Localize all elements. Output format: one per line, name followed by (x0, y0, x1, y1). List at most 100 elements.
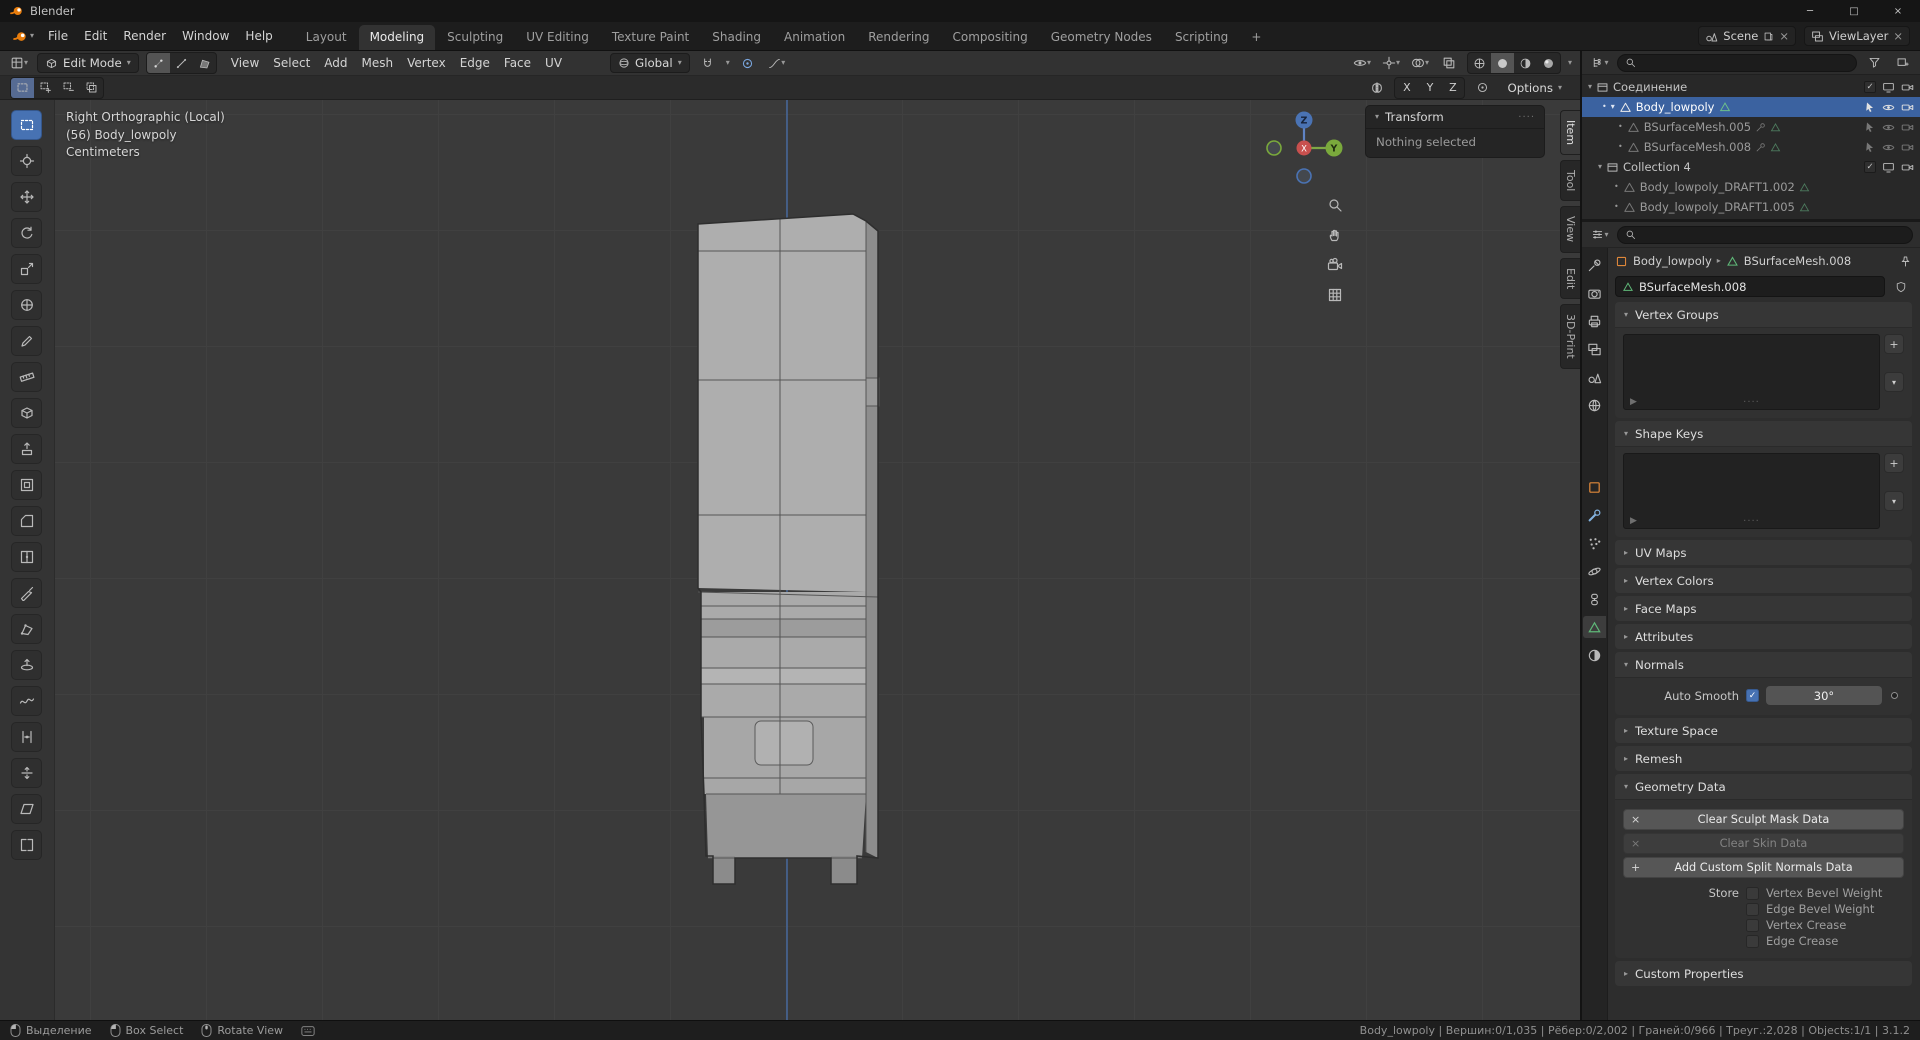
workspace-tab-shading[interactable]: Shading (701, 25, 772, 50)
loop-cut-tool-button[interactable] (11, 542, 42, 572)
eye-icon[interactable] (1882, 141, 1895, 154)
panel-header[interactable]: ▸Face Maps (1615, 596, 1912, 621)
workspace-tab-geometry-nodes[interactable]: Geometry Nodes (1040, 25, 1163, 50)
outliner-search-input[interactable] (1640, 56, 1849, 70)
menu-add[interactable]: Add (317, 53, 354, 73)
face-select-button[interactable] (193, 53, 216, 73)
tab-world[interactable] (1583, 394, 1606, 416)
properties-search[interactable] (1617, 226, 1913, 244)
menu-face[interactable]: Face (497, 53, 538, 73)
render-visibility-icon[interactable] (1901, 121, 1914, 134)
eye-icon[interactable] (1882, 121, 1895, 134)
render-visibility-icon[interactable] (1901, 101, 1914, 114)
tab-object[interactable] (1583, 476, 1606, 498)
rendered-shading-button[interactable] (1537, 53, 1560, 73)
mirror-z-toggle[interactable]: Z (1441, 78, 1464, 98)
tab-particles[interactable] (1583, 532, 1606, 554)
auto-smooth-angle-field[interactable]: 30° (1766, 686, 1882, 705)
material-shading-button[interactable] (1514, 53, 1537, 73)
solid-shading-button[interactable] (1491, 53, 1514, 73)
clear-sculpt-mask-button[interactable]: ×Clear Sculpt Mask Data (1623, 809, 1904, 830)
panel-header[interactable]: ▸Remesh (1615, 746, 1912, 771)
minimize-button[interactable]: ─ (1788, 0, 1832, 22)
outliner-row-collection-4[interactable]: ▾ Collection 4 ✓ (1582, 157, 1920, 177)
clear-skin-data-button[interactable]: ×Clear Skin Data (1623, 833, 1904, 854)
sidebar-tab-item[interactable]: Item (1560, 110, 1580, 155)
tab-physics[interactable] (1583, 560, 1606, 582)
mesh-name-field[interactable] (1615, 276, 1885, 297)
annotate-tool-button[interactable] (11, 326, 42, 356)
poly-build-tool-button[interactable] (11, 614, 42, 644)
edge-slide-tool-button[interactable] (11, 722, 42, 752)
knife-tool-button[interactable] (11, 578, 42, 608)
disclosure-open-icon[interactable]: ▾ (1588, 83, 1592, 91)
smooth-tool-button[interactable] (11, 686, 42, 716)
outliner-item-label[interactable]: Collection 4 (1623, 160, 1691, 174)
panel-header[interactable]: ▾Geometry Data (1615, 774, 1912, 799)
show-hide-dropdown[interactable]: ▾ (1351, 53, 1373, 73)
tab-view-layer[interactable] (1583, 338, 1606, 360)
edge-crease-checkbox[interactable] (1746, 935, 1759, 948)
outliner-row-collection[interactable]: ▾ Соединение ✓ (1582, 77, 1920, 97)
selectability-icon[interactable] (1864, 141, 1876, 153)
panel-header[interactable]: ▸UV Maps (1615, 540, 1912, 565)
outliner-filter-button[interactable] (1863, 53, 1885, 73)
tab-render[interactable] (1583, 282, 1606, 304)
render-visibility-icon[interactable] (1901, 141, 1914, 154)
camera-view-button[interactable] (1322, 252, 1347, 277)
edge-select-button[interactable] (170, 53, 193, 73)
mirror-x-toggle[interactable]: X (1395, 78, 1418, 98)
spin-tool-button[interactable] (11, 650, 42, 680)
outliner-row-bsurfacemesh-005[interactable]: • BSurfaceMesh.005 (1582, 117, 1920, 137)
unlink-scene-icon[interactable]: × (1779, 29, 1789, 43)
tab-constraints[interactable] (1583, 588, 1606, 610)
pin-icon[interactable] (1899, 255, 1912, 268)
gizmo-z-negative-axis[interactable] (1297, 169, 1311, 183)
workspace-tab-texture-paint[interactable]: Texture Paint (601, 25, 700, 50)
outliner-row-body-lowpoly[interactable]: • ▾ Body_lowpoly (1582, 97, 1920, 117)
viewlayer-selector[interactable]: ViewLayer × (1804, 26, 1910, 46)
breadcrumb-object[interactable]: Body_lowpoly (1633, 254, 1712, 268)
cursor-tool-button[interactable] (11, 146, 42, 176)
disclosure-open-icon[interactable]: ▾ (1598, 163, 1602, 171)
panel-grip-icon[interactable]: ···· (1518, 112, 1535, 123)
panel-collapse-icon[interactable]: ▾ (1375, 113, 1379, 121)
panel-header[interactable]: ▸Vertex Colors (1615, 568, 1912, 593)
outliner-row-draft1-002[interactable]: • Body_lowpoly_DRAFT1.002 (1582, 177, 1920, 197)
outliner-row-bsurfacemesh-008[interactable]: • BSurfaceMesh.008 (1582, 137, 1920, 157)
workspace-tab-sculpting[interactable]: Sculpting (436, 25, 514, 50)
vertex-bevel-weight-checkbox[interactable] (1746, 887, 1759, 900)
vertex-crease-checkbox[interactable] (1746, 919, 1759, 932)
outliner-search[interactable] (1617, 54, 1857, 72)
list-resize-grip[interactable]: ···· (1624, 516, 1879, 527)
tab-material[interactable] (1583, 644, 1606, 666)
panel-header[interactable]: ▾Vertex Groups (1615, 302, 1912, 327)
rip-region-tool-button[interactable] (11, 830, 42, 860)
transform-panel[interactable]: ▾ Transform ···· Nothing selected (1365, 105, 1545, 158)
panel-header[interactable]: ▸Texture Space (1615, 718, 1912, 743)
outliner-item-label[interactable]: Body_lowpoly (1636, 100, 1715, 114)
snap-toggle-button[interactable] (697, 53, 719, 73)
add-custom-split-normals-button[interactable]: +Add Custom Split Normals Data (1623, 857, 1904, 878)
outliner-item-label[interactable]: Body_lowpoly_DRAFT1.002 (1640, 180, 1795, 194)
proportional-editing-button[interactable] (737, 53, 759, 73)
navigation-gizmo[interactable]: Z Y X (1258, 104, 1350, 192)
gizmo-y-negative-axis[interactable] (1267, 141, 1281, 155)
tab-output[interactable] (1583, 310, 1606, 332)
scene-selector[interactable]: Scene × (1698, 26, 1796, 46)
bevel-tool-button[interactable] (11, 506, 42, 536)
workspace-tab-compositing[interactable]: Compositing (941, 25, 1038, 50)
add-vertex-group-button[interactable]: + (1884, 334, 1904, 354)
panel-header[interactable]: ▸Attributes (1615, 624, 1912, 649)
collection-checkbox[interactable]: ✓ (1864, 161, 1876, 173)
select-box-tool-button[interactable] (11, 110, 42, 140)
sidebar-tab-edit[interactable]: Edit (1560, 258, 1580, 299)
add-workspace-button[interactable]: + (1240, 25, 1272, 50)
outliner-item-label[interactable]: Body_lowpoly_DRAFT1.005 (1640, 200, 1795, 214)
workspace-tab-modeling[interactable]: Modeling (359, 25, 436, 50)
sidebar-tab-3d-print[interactable]: 3D-Print (1560, 304, 1580, 369)
selectability-icon[interactable] (1864, 101, 1876, 113)
eye-icon[interactable] (1882, 101, 1895, 114)
menu-edit[interactable]: Edit (76, 25, 115, 47)
render-visibility-icon[interactable] (1901, 161, 1914, 174)
